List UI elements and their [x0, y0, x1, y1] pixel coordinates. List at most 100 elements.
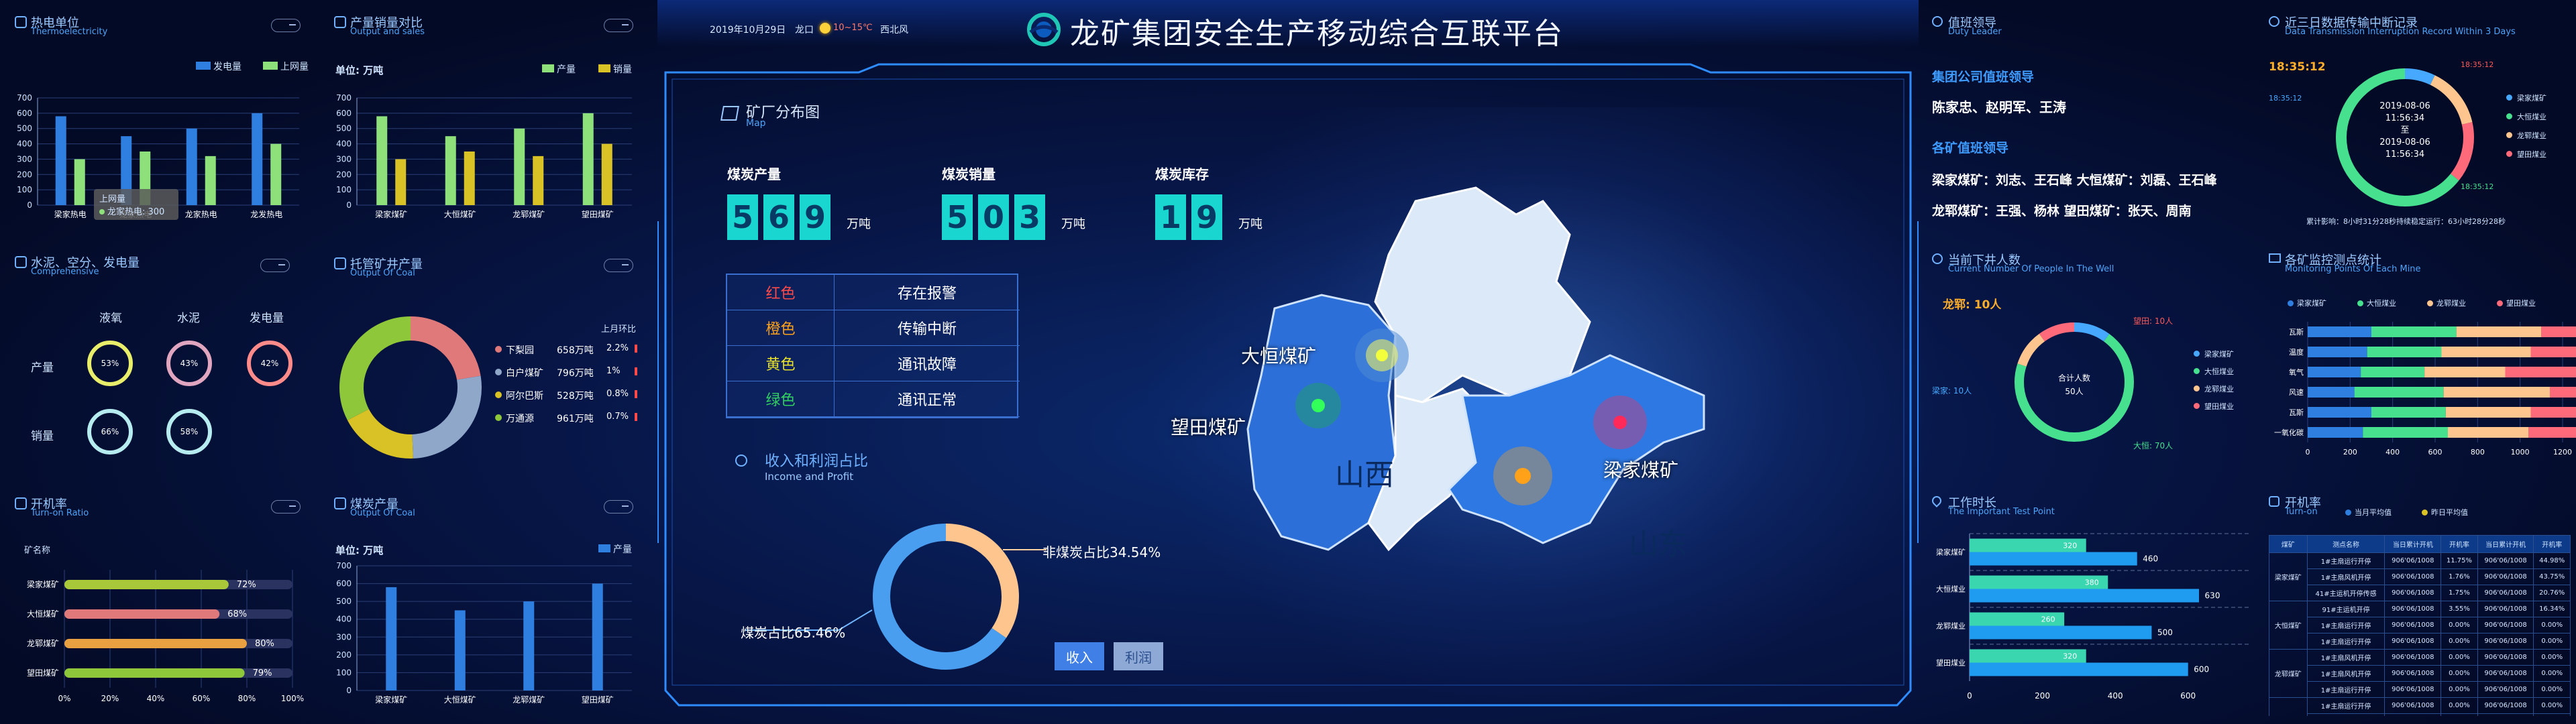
ratio-table-wrap: 煤矿 测点名称 当日累计开机 开机率 当日累计开机 开机率 梁家煤矿 1#主扇运行开停 906'…: [2269, 535, 2571, 716]
stat-digit: 3: [1014, 194, 1045, 240]
non-coal-label: 非煤炭占比34.54%: [1042, 544, 1161, 560]
income-button[interactable]: 收入: [1055, 642, 1104, 670]
legend-dot: [495, 346, 502, 353]
table-cell: 0.00%: [2533, 649, 2571, 666]
pie-chart-icon: [334, 257, 346, 269]
table-cell: 0.00%: [2440, 617, 2478, 634]
ring-value-label: 58%: [180, 427, 199, 436]
table-cell: 44.98%: [2533, 552, 2571, 569]
legend-label: 当月平均值: [2355, 508, 2392, 517]
bar: [592, 583, 603, 690]
legend-label: 梁家煤矿: [2297, 299, 2326, 308]
toggle-switch[interactable]: [604, 259, 633, 272]
ring-value-label: 66%: [101, 427, 119, 436]
mine-label-wangtian: 望田煤矿: [1171, 416, 1246, 438]
legend-label: 发电量: [213, 62, 241, 72]
row-label: 望田煤矿: [27, 668, 59, 678]
toggle-switch[interactable]: [604, 500, 633, 514]
bar: [64, 639, 247, 648]
table-cell: 0.00%: [2533, 713, 2571, 716]
bar: [2424, 367, 2506, 377]
row-label: 氧气: [2289, 367, 2304, 377]
table-cell: 1#主扇风机开停: [2306, 665, 2385, 682]
x-tick-label: 梁家煤矿: [375, 209, 407, 219]
table-cell: 0.00%: [2440, 681, 2478, 698]
legend-swatch: [263, 62, 278, 70]
chart-tooltip: 上网量 龙家热电: 300: [94, 189, 178, 220]
header-location: 龙口: [795, 25, 814, 36]
time-label: 18:35:12: [2269, 94, 2302, 103]
x-tick-label: 600: [2428, 448, 2443, 457]
y-tick-label: 200: [336, 650, 352, 660]
table-cell: 906'06/1008: [2384, 568, 2442, 585]
y-tick-label: 400: [336, 615, 352, 624]
legend-amount: 961万吨: [557, 414, 594, 424]
legend-label: 大恒煤业: [2367, 299, 2396, 308]
legend-pct: 0.7%: [606, 412, 629, 422]
table-row: 1#主扇风机开停 906'06/1008 1.76% 906'06/1008 43.75…: [2269, 568, 2571, 585]
profit-button[interactable]: 利润: [1114, 642, 1163, 670]
table-cell: 0.00%: [2533, 633, 2571, 650]
row-label: 瓦斯: [2289, 328, 2304, 337]
table-cell: 0.00%: [2533, 697, 2571, 714]
x-tick-label: 800: [2471, 448, 2485, 457]
ratio-table: 煤矿 测点名称 当日累计开机 开机率 当日累计开机 开机率 梁家煤矿 1#主扇运行开停 906'…: [2269, 535, 2571, 716]
y-tick-label: 100: [17, 185, 32, 194]
table-cell: 1#主扇运行开停: [2306, 617, 2385, 634]
toggle-switch[interactable]: [271, 500, 301, 514]
legend-label: 望田煤业: [2517, 150, 2546, 159]
toggle-switch[interactable]: [604, 19, 633, 32]
ring-row-label: 产量: [31, 361, 54, 375]
legend-label: 大恒煤业: [2517, 113, 2546, 121]
province-map: [1246, 186, 1705, 552]
coal-output-donut: [339, 316, 482, 459]
monitor-icon: [2269, 253, 2281, 263]
y-tick-label: 700: [17, 93, 32, 103]
bar-value-label: 72%: [237, 580, 256, 590]
row-label: 梁家煤矿: [27, 579, 59, 589]
transmission-center: 2019-08-06 11:56:34 至 2019-08-06 11:56:34: [2379, 101, 2430, 160]
header-wind: 西北风: [880, 25, 908, 36]
table-cell: 906'06/1008: [2477, 681, 2534, 698]
tooltip-title: 上网量: [99, 194, 126, 204]
coal-bar-chart: 0 100 200 300 400 500 600 700 梁家煤矿 大恒煤矿 龙郓煤矿 望田煤矿: [336, 561, 632, 705]
bar-value-label: 500: [2157, 628, 2173, 638]
ring-row-label: 销量: [31, 430, 54, 443]
table-row: 大恒煤矿 91#主运机开停 906'06/1008 3.55% 906'06/1008 1…: [2269, 601, 2571, 650]
panel-subtitle-comprehensive: Comprehensive: [31, 267, 99, 277]
person-icon: [1932, 253, 1943, 264]
status-legend-table: 红色 存在报警 橙色 传输中断 黄色 通讯故障 绿色 通讯正常: [726, 274, 1020, 418]
table-header-cell: 煤矿: [2269, 535, 2308, 553]
table-cell: 1.76%: [2440, 568, 2478, 585]
x-tick-label: 20%: [101, 694, 119, 703]
x-tick-label: 龙家热电: [185, 209, 217, 219]
table-cell: 0.00%: [2533, 681, 2571, 698]
table-cell: 906'06/1008: [2384, 697, 2442, 714]
table-cell: 16.34%: [2533, 601, 2571, 617]
legend-label: 望田煤业: [2204, 402, 2234, 411]
stat-label-stock: 煤炭库存: [1155, 166, 1209, 182]
toggle-switch[interactable]: [271, 19, 301, 32]
table-row: 龙郓煤矿 1#主扇风机开停 906'06/1008 0.00% 906'06/1008 0…: [2269, 649, 2571, 698]
legend-label: 龙郓煤业: [2204, 385, 2234, 394]
x-tick-label: 梁家煤矿: [375, 695, 407, 705]
income-title: 收入和利润占比: [765, 453, 869, 470]
gauge-icon: [2269, 496, 2279, 507]
table-cell: 龙郓煤矿: [2269, 649, 2308, 698]
y-tick-label: 600: [336, 579, 352, 589]
table-cell: 906'06/1008: [2477, 585, 2534, 601]
bar: [395, 159, 407, 205]
toggle-switch[interactable]: [260, 259, 290, 272]
row-label: 大恒煤矿: [27, 609, 59, 619]
x-tick-label: 200: [2343, 448, 2357, 457]
table-cell: 0.00%: [2440, 697, 2478, 714]
bar: [2541, 326, 2576, 337]
ring-value-label: 42%: [261, 359, 279, 368]
table-cell: 906'06/1008: [2477, 665, 2534, 682]
bar: [64, 609, 220, 619]
y-tick-label: 0: [346, 200, 352, 210]
table-cell: 0.00%: [2533, 665, 2571, 682]
table-cell: 43.75%: [2533, 568, 2571, 585]
column-label: 矿名称: [24, 546, 51, 556]
legend-dot: [495, 369, 502, 375]
